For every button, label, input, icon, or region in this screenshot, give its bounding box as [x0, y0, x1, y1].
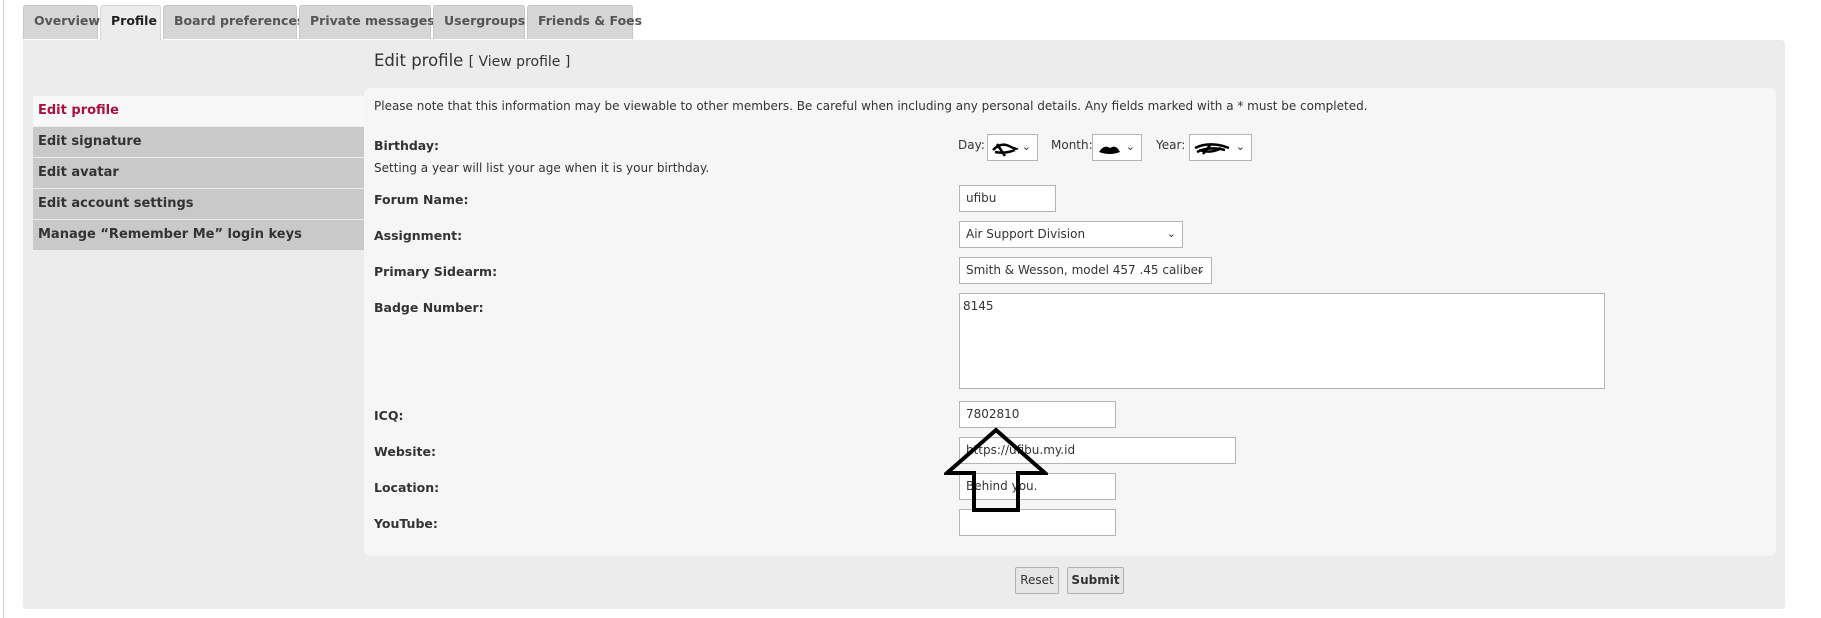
tab-board-preferences[interactable]: Board preferences: [163, 5, 304, 39]
redaction-scribble: [1194, 143, 1230, 155]
youtube-label: YouTube:: [374, 516, 438, 531]
redaction-scribble: [1099, 146, 1120, 154]
day-label: Day:: [958, 138, 985, 152]
arrow-up-icon: [944, 427, 1048, 512]
tab-profile[interactable]: Profile: [100, 5, 161, 41]
tab-bar: Overview Profile Board preferences Priva…: [23, 5, 642, 41]
submit-button[interactable]: Submit: [1067, 567, 1124, 594]
assignment-label: Assignment:: [374, 228, 463, 243]
chevron-down-icon: ⌄: [1235, 140, 1245, 153]
month-label: Month:: [1051, 138, 1093, 152]
reset-button[interactable]: Reset: [1015, 567, 1059, 594]
badge-number-textarea[interactable]: 8145: [959, 293, 1605, 389]
birthday-label: Birthday:: [374, 138, 439, 153]
youtube-input[interactable]: [959, 509, 1116, 536]
chevron-down-icon: ⌄: [1021, 140, 1031, 153]
website-label: Website:: [374, 444, 436, 459]
menu-item-edit-signature[interactable]: Edit signature: [33, 127, 365, 157]
page-left-border: [3, 0, 4, 618]
chevron-down-icon: ⌄: [1166, 227, 1176, 240]
tab-overview[interactable]: Overview: [23, 5, 100, 39]
badge-number-label: Badge Number:: [374, 300, 484, 315]
birthday-day-select[interactable]: ⌄: [987, 134, 1038, 161]
chevron-down-icon: ⌄: [1125, 140, 1135, 153]
birthday-year-select[interactable]: ⌄: [1189, 134, 1252, 161]
forum-name-label: Forum Name:: [374, 192, 469, 207]
view-profile-link[interactable]: [ View profile ]: [469, 54, 571, 70]
tab-private-messages[interactable]: Private messages: [299, 5, 435, 39]
forum-name-input[interactable]: ufibu: [959, 185, 1056, 212]
location-label: Location:: [374, 480, 440, 495]
icq-label: ICQ:: [374, 408, 404, 423]
tab-friends-foes[interactable]: Friends & Foes: [527, 5, 642, 39]
menu-item-edit-avatar[interactable]: Edit avatar: [33, 158, 365, 188]
sidearm-value: Smith & Wesson, model 457 .45 caliber: [966, 263, 1203, 277]
profile-side-menu: Edit profile Edit signature Edit avatar …: [33, 96, 365, 251]
privacy-note: Please note that this information may be…: [374, 99, 1368, 113]
tab-usergroups[interactable]: Usergroups: [433, 5, 525, 39]
assignment-value: Air Support Division: [966, 227, 1086, 241]
assignment-select[interactable]: Air Support Division ⌄: [959, 221, 1183, 248]
birthday-explain: Setting a year will list your age when i…: [374, 161, 710, 175]
year-label: Year:: [1156, 138, 1186, 152]
icq-input[interactable]: 7802810: [959, 401, 1116, 428]
birthday-month-select[interactable]: ⌄: [1092, 134, 1142, 161]
sidearm-select[interactable]: Smith & Wesson, model 457 .45 caliber ⌄: [959, 257, 1212, 284]
redaction-scribble: [992, 143, 1019, 157]
menu-item-remember-me-keys[interactable]: Manage “Remember Me” login keys: [33, 220, 365, 250]
page-title-text: Edit profile: [374, 51, 464, 70]
page-title: Edit profile [ View profile ]: [374, 51, 570, 70]
sidearm-label: Primary Sidearm:: [374, 264, 498, 279]
menu-item-edit-account-settings[interactable]: Edit account settings: [33, 189, 365, 219]
menu-item-edit-profile[interactable]: Edit profile: [33, 96, 365, 126]
chevron-down-icon: ⌄: [1195, 263, 1205, 276]
